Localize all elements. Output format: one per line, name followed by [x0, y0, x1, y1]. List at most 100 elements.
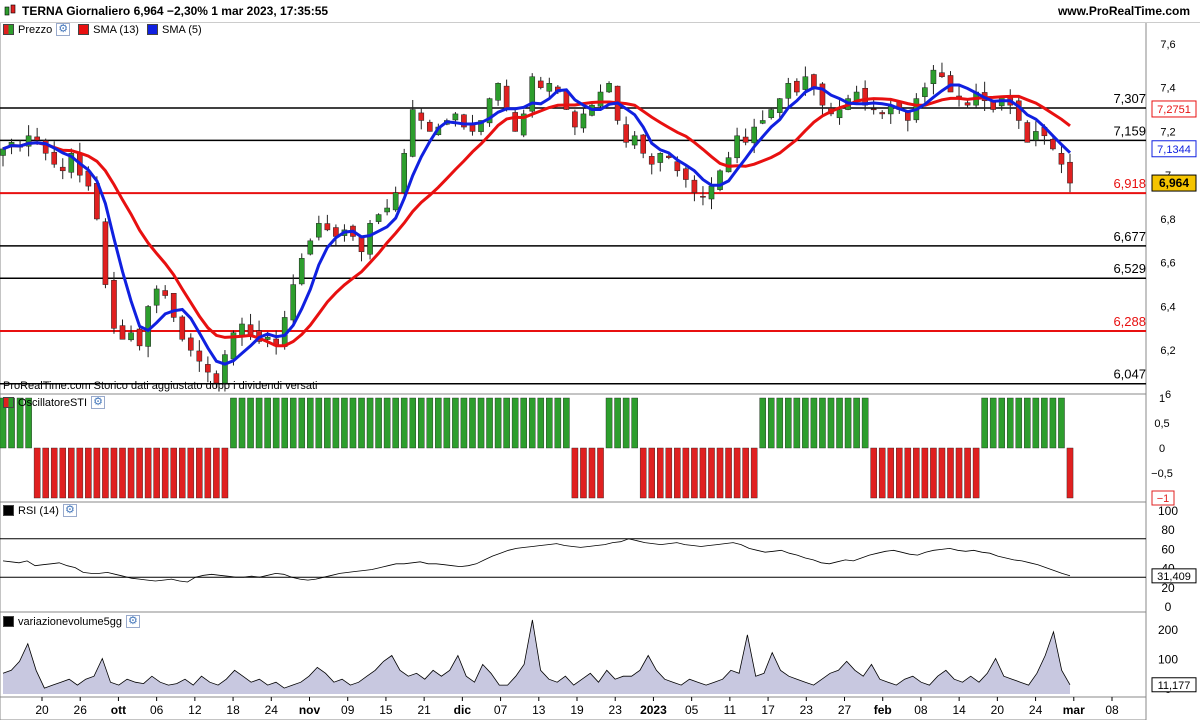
candlestick-icon: [4, 4, 16, 16]
candle-down: [640, 134, 647, 154]
osc-bar-down: [896, 447, 903, 499]
candle-down: [136, 328, 143, 347]
osc-bar-up: [767, 397, 775, 449]
osc-bar-down: [665, 447, 673, 499]
osc-bar-up: [844, 397, 852, 449]
wrench-icon[interactable]: ⚙: [91, 396, 105, 409]
chart-header: TERNA Giornaliero 6,964 −2,30% 1 mar 202…: [0, 0, 1200, 23]
legend-osc[interactable]: OscillatoreSTI: [18, 397, 87, 409]
candle-up: [375, 214, 382, 222]
x-tick-label: 20: [991, 703, 1005, 717]
site-link[interactable]: www.ProRealTime.com: [1058, 4, 1190, 18]
candle-down: [683, 168, 689, 180]
candle-down: [426, 121, 433, 132]
osc-bar-down: [93, 447, 101, 499]
osc-bar-up: [503, 397, 510, 449]
y-tick-label: 200: [1158, 623, 1178, 637]
osc-bar-down: [725, 447, 732, 499]
candle-up: [495, 83, 501, 101]
candle-down: [648, 156, 655, 165]
wrench-icon[interactable]: ⚙: [56, 23, 71, 36]
osc-bar-up: [819, 397, 826, 449]
wrench-icon[interactable]: ⚙: [62, 504, 77, 517]
candle-up: [145, 306, 151, 347]
candle-down: [358, 236, 365, 253]
osc-bar-down: [204, 447, 212, 499]
osc-bar-down: [913, 447, 920, 499]
osc-bar-down: [85, 447, 92, 499]
x-tick-label: 20: [35, 703, 49, 717]
candle-up: [734, 135, 740, 159]
price-legend: Prezzo ⚙ SMA (13) SMA (5): [3, 23, 202, 36]
candle-up: [307, 240, 314, 255]
chart-canvas: 66,26,46,66,877,27,47,67,3077,1596,9186,…: [0, 21, 1197, 720]
y-tick-label: 100: [1158, 504, 1178, 518]
wrench-icon[interactable]: ⚙: [125, 615, 140, 628]
osc-bar-up: [1015, 397, 1023, 449]
osc-bar-up: [443, 397, 451, 449]
candle-up: [298, 258, 305, 285]
legend-vol[interactable]: variazionevolume5gg: [18, 616, 122, 628]
osc-bar-up: [776, 397, 784, 449]
osc-bar-up: [349, 397, 357, 449]
osc-bar-down: [127, 447, 135, 499]
candle-down: [34, 136, 40, 141]
osc-bar-down: [221, 447, 229, 499]
candle-up: [264, 336, 271, 340]
y-tick-label: 6,6: [1160, 258, 1175, 270]
candle-up: [529, 76, 536, 112]
osc-bar-up: [810, 397, 818, 449]
y-tick-label: −0,5: [1151, 468, 1173, 480]
x-tick-label: 12: [188, 703, 202, 717]
x-tick-label: 27: [838, 703, 852, 717]
x-tick-label: 21: [417, 703, 431, 717]
candle-down: [179, 316, 186, 340]
osc-bar-up: [400, 397, 408, 449]
osc-bar-down: [878, 447, 886, 499]
y-tick-label: 1: [1159, 393, 1165, 405]
x-tick-label: ott: [111, 703, 126, 717]
x-tick-label: 15: [379, 703, 393, 717]
osc-bar-up: [998, 397, 1005, 449]
x-tick-label: 05: [685, 703, 699, 717]
support-line-label: 7,307: [1113, 91, 1146, 106]
osc-bar-down: [170, 447, 177, 499]
candle-up: [290, 284, 297, 321]
osc-bar-down: [733, 447, 741, 499]
osc-bar-up: [546, 397, 553, 449]
data-note: ProRealTime.com Storico dati aggiustato …: [3, 380, 318, 392]
candle-down: [503, 85, 510, 110]
osc-bar-down: [110, 447, 118, 499]
x-tick-label: 17: [761, 703, 775, 717]
candle-up: [776, 98, 783, 113]
osc-bar-up: [793, 397, 801, 449]
legend-sma5[interactable]: SMA (5): [162, 24, 202, 36]
legend-price[interactable]: Prezzo: [18, 24, 52, 36]
legend-rsi[interactable]: RSI (14): [18, 505, 59, 517]
x-tick-label: 18: [226, 703, 240, 717]
y-tick-label: 100: [1158, 652, 1178, 666]
osc-bar-up: [289, 397, 297, 449]
candle-down: [623, 124, 629, 143]
candle-up: [546, 83, 553, 92]
osc-bar-down: [972, 447, 980, 499]
legend-sma13[interactable]: SMA (13): [93, 24, 139, 36]
osc-bar-down: [639, 447, 647, 499]
osc-bar-up: [1041, 397, 1048, 449]
candle-up: [785, 83, 792, 99]
candle-up: [0, 148, 6, 156]
osc-bar-up: [554, 397, 562, 449]
osc-bar-up: [631, 397, 638, 449]
candle-up: [597, 91, 604, 107]
x-tick-label: 13: [532, 703, 546, 717]
osc-bar-down: [597, 447, 604, 499]
osc-bar-down: [33, 447, 41, 499]
osc-bar-down: [657, 447, 664, 499]
x-tick-label: 19: [570, 703, 584, 717]
candle-up: [222, 354, 228, 384]
price-tag-label: 6,964: [1159, 176, 1189, 190]
osc-bar-up: [392, 397, 399, 449]
osc-bar-down: [119, 447, 126, 499]
osc-bar-up: [230, 397, 237, 449]
osc-legend: OscillatoreSTI ⚙: [3, 396, 105, 409]
